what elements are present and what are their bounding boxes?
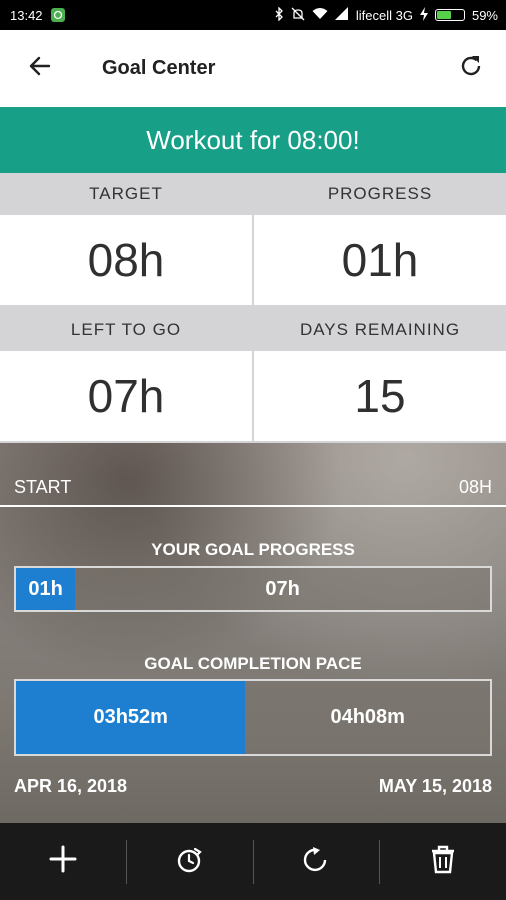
stat-value: 01h <box>254 215 506 305</box>
timer-icon <box>175 844 205 879</box>
start-date: APR 16, 2018 <box>14 776 128 796</box>
completion-pace-remaining: 04h08m <box>245 681 490 754</box>
target-stat: TARGET 08h <box>0 173 252 305</box>
app-bar: Goal Center <box>0 30 506 107</box>
timeline-divider <box>0 505 506 507</box>
add-button[interactable] <box>0 823 126 900</box>
completion-pace-title: GOAL COMPLETION PACE <box>144 654 362 673</box>
arrow-left-icon <box>27 53 53 84</box>
stat-label: DAYS REMAINING <box>254 309 506 351</box>
refresh-icon <box>457 52 485 85</box>
days-remaining-stat: DAYS REMAINING 15 <box>254 309 506 441</box>
timer-button[interactable] <box>127 823 253 900</box>
delete-button[interactable] <box>380 823 506 900</box>
date-range: APR 16, 2018 MAY 15, 2018 <box>14 776 492 797</box>
stats-grid: TARGET 08h PROGRESS 01h LEFT TO GO 07h D… <box>0 173 506 443</box>
wifi-icon <box>312 7 328 23</box>
left-to-go-stat: LEFT TO GO 07h <box>0 309 252 441</box>
stat-label: PROGRESS <box>254 173 506 215</box>
end-date: MAY 15, 2018 <box>378 776 492 796</box>
charging-icon <box>419 6 428 24</box>
plus-icon <box>48 844 78 879</box>
timeline-start-label: START <box>14 477 72 497</box>
goal-progress-title: YOUR GOAL PROGRESS <box>151 540 355 559</box>
stat-value: 07h <box>0 351 252 441</box>
goal-progress-remaining: 07h <box>75 568 490 610</box>
reset-icon <box>301 844 331 879</box>
carrier-label: lifecell 3G <box>355 7 413 23</box>
bottom-toolbar <box>0 823 506 900</box>
completion-pace-bar: 03h52m 04h08m <box>14 679 492 756</box>
back-button[interactable] <box>10 39 70 99</box>
goal-banner: Workout for 08:00! <box>0 107 506 173</box>
app-notification-icon <box>50 8 65 22</box>
completion-pace-done: 03h52m <box>16 681 246 754</box>
stat-value: 15 <box>254 351 506 441</box>
stat-label: TARGET <box>0 173 252 215</box>
stat-label: LEFT TO GO <box>0 309 252 351</box>
status-bar: 13:42 lifecell 3G 59% <box>0 0 506 30</box>
battery-percent: 59% <box>471 7 498 23</box>
bluetooth-icon <box>274 5 284 24</box>
battery-icon <box>434 9 465 21</box>
page-title: Goal Center <box>102 57 216 79</box>
goal-progress-panel: START 08H YOUR GOAL PROGRESS 01h 07h GOA… <box>0 443 506 823</box>
stat-value: 08h <box>0 215 252 305</box>
signal-icon <box>334 7 349 23</box>
progress-stat: PROGRESS 01h <box>254 173 506 305</box>
timeline-end-label: 08H <box>458 477 492 497</box>
goal-progress-bar: 01h 07h <box>14 566 492 612</box>
status-time: 13:42 <box>10 7 43 23</box>
goal-progress-done: 01h <box>16 568 76 610</box>
mute-icon <box>291 7 305 24</box>
refresh-button[interactable] <box>446 44 496 94</box>
trash-icon <box>429 844 457 879</box>
reset-button[interactable] <box>254 823 380 900</box>
